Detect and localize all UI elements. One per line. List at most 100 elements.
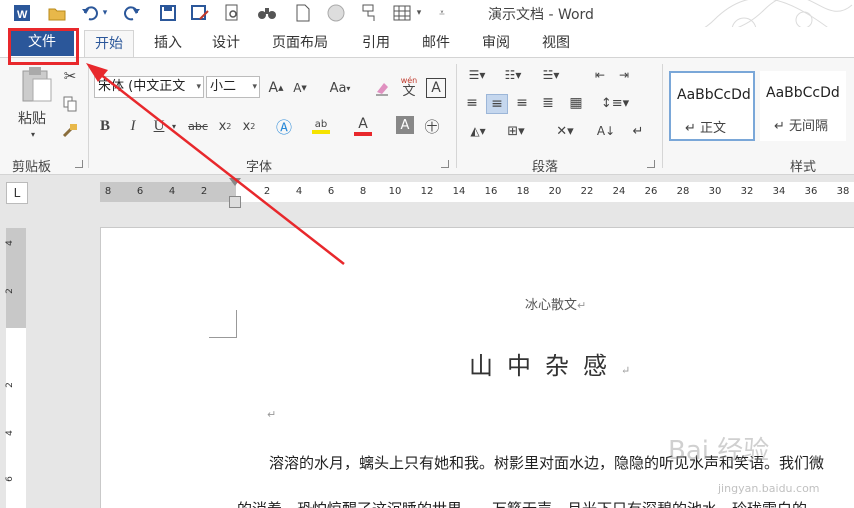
distribute-icon[interactable]: ▦	[566, 94, 586, 112]
borders-icon[interactable]: ⊞▾	[500, 122, 532, 140]
table-icon[interactable]	[392, 3, 412, 23]
indent-marker-icon[interactable]	[229, 196, 241, 208]
table-dropdown-icon[interactable]: ▾	[414, 3, 424, 23]
chinese-layout-icon[interactable]: ✕▾	[548, 122, 582, 140]
clear-format-icon[interactable]	[372, 78, 392, 98]
grow-font-icon[interactable]: A ▲	[266, 78, 286, 98]
align-left-icon[interactable]: ≡	[462, 94, 482, 112]
style-normal[interactable]: AaBbCcDd ↵ 正文	[669, 71, 755, 141]
text-effects-icon[interactable]: Ⓐ	[274, 116, 294, 137]
format-painter-icon[interactable]	[360, 3, 380, 23]
ruler-number: 26	[644, 186, 658, 197]
print-preview-icon[interactable]	[222, 3, 242, 23]
superscript-icon[interactable]: x2	[240, 116, 258, 136]
numbering-icon[interactable]: ☷▾	[498, 66, 528, 84]
undo-icon[interactable]	[80, 3, 100, 23]
ruler-number: 32	[740, 186, 754, 197]
vruler-number: 2	[4, 288, 15, 294]
word-icon[interactable]: W	[12, 3, 32, 23]
format-painter-icon[interactable]	[60, 120, 80, 140]
subscript-icon[interactable]: x2	[216, 116, 234, 136]
style-preview: AaBbCcDd	[766, 85, 840, 101]
align-center-icon[interactable]: ≡	[486, 94, 508, 114]
watermark-logo: Bai 经验	[668, 436, 770, 466]
window-title: 演示文档 - Word	[488, 7, 594, 23]
ruler-number: 38	[836, 186, 850, 197]
chevron-down-icon[interactable]: ▾	[252, 77, 257, 97]
enclose-char-icon[interactable]: ㊉	[422, 116, 442, 136]
shading-icon[interactable]: ◭▾	[462, 122, 494, 140]
font-name-select[interactable]: 宋体 (中文正文 ▾	[94, 76, 204, 98]
ruler-number: 16	[484, 186, 498, 197]
tab-home[interactable]: 开始	[84, 30, 134, 58]
empty-paragraph-mark[interactable]: ↵	[267, 408, 276, 421]
multilevel-list-icon[interactable]: ☱▾	[536, 66, 566, 84]
italic-icon[interactable]: I	[124, 116, 142, 136]
copy-icon[interactable]	[60, 94, 80, 114]
customize-icon[interactable]: ⩡	[436, 3, 448, 23]
tab-view[interactable]: 视图	[542, 32, 570, 54]
bold-icon[interactable]: B	[96, 116, 114, 136]
increase-indent-icon[interactable]: ⇥	[614, 66, 634, 84]
ruler-number: 22	[580, 186, 594, 197]
font-launcher-icon[interactable]	[441, 160, 449, 168]
paste-icon[interactable]	[16, 64, 56, 104]
font-color-icon[interactable]: A	[352, 114, 374, 138]
change-case-button[interactable]: Aa ▾	[324, 78, 356, 98]
doc-paragraph-line[interactable]: 的消着，恐怕惊醒了这沉睡的世界……万籁无声，月光下只有深碧的池水，玲珑雪白的	[237, 498, 807, 508]
underline-dropdown-icon[interactable]: ▾	[170, 116, 178, 136]
save-as-icon[interactable]	[190, 3, 210, 23]
strikethrough-icon[interactable]: abc	[186, 116, 210, 136]
tab-insert[interactable]: 插入	[154, 32, 182, 54]
tab-mailings[interactable]: 邮件	[422, 32, 450, 54]
chevron-down-icon[interactable]: ▾	[196, 77, 201, 97]
doc-author[interactable]: 冰心散文↵	[525, 294, 586, 313]
tab-review[interactable]: 审阅	[482, 32, 510, 54]
horizontal-ruler[interactable]: L 8 6 4 2 2 4 6 8 10 12 14 16 18 20 22 24 26 28 30 32 34…	[0, 176, 854, 210]
align-right-icon[interactable]: ≡	[512, 94, 532, 112]
char-border-icon[interactable]: A	[426, 78, 446, 98]
ruler-number: 30	[708, 186, 722, 197]
ruler-number: 4	[295, 186, 303, 197]
undo-dropdown-icon[interactable]: ▾	[100, 3, 110, 23]
ruler-number: 10	[388, 186, 402, 197]
justify-icon[interactable]: ≣	[538, 94, 558, 112]
highlight-color-icon[interactable]: ab	[310, 114, 332, 138]
find-icon[interactable]	[256, 3, 278, 23]
style-no-spacing[interactable]: AaBbCcDd ↵ 无间隔	[760, 71, 846, 141]
tab-layout[interactable]: 页面布局	[272, 32, 328, 54]
decrease-indent-icon[interactable]: ⇤	[590, 66, 610, 84]
vruler-number: 4	[4, 430, 15, 436]
font-size-value: 小二	[210, 79, 237, 94]
tab-selector[interactable]: L	[6, 182, 28, 204]
new-doc-icon[interactable]	[294, 3, 312, 23]
margin-corner-mark	[209, 310, 237, 338]
tab-design[interactable]: 设计	[212, 32, 240, 54]
paste-button[interactable]: 粘贴	[14, 108, 50, 128]
folder-icon[interactable]	[46, 3, 68, 23]
phonetic-guide-icon[interactable]: wén 文	[398, 72, 420, 100]
paragraph-launcher-icon[interactable]	[647, 160, 655, 168]
style-preview: AaBbCcDd	[677, 87, 751, 103]
cut-icon[interactable]: ✂	[60, 66, 80, 86]
tab-references[interactable]: 引用	[362, 32, 390, 54]
ruler-number: 36	[804, 186, 818, 197]
underline-icon[interactable]: U	[150, 116, 168, 136]
record-icon[interactable]	[326, 3, 346, 23]
sort-icon[interactable]: A↓	[596, 122, 616, 140]
bullets-icon[interactable]: ☰▾	[462, 66, 492, 84]
char-shading-icon[interactable]: A	[396, 116, 414, 134]
ruler-number: 4	[168, 186, 176, 197]
vruler-number: 4	[4, 240, 15, 246]
doc-title[interactable]: 山中杂感↵	[469, 346, 630, 381]
show-marks-icon[interactable]: ↵	[628, 122, 648, 140]
paste-dropdown-icon[interactable]: ▾	[28, 128, 38, 140]
save-icon[interactable]	[158, 3, 178, 23]
indent-marker-icon[interactable]	[229, 178, 241, 186]
ruler-number: 18	[516, 186, 530, 197]
shrink-font-icon[interactable]: A ▼	[290, 78, 310, 98]
clipboard-launcher-icon[interactable]	[75, 160, 83, 168]
redo-icon[interactable]	[122, 3, 142, 23]
line-spacing-icon[interactable]: ↕≡▾	[600, 94, 630, 112]
font-size-select[interactable]: 小二 ▾	[206, 76, 260, 98]
